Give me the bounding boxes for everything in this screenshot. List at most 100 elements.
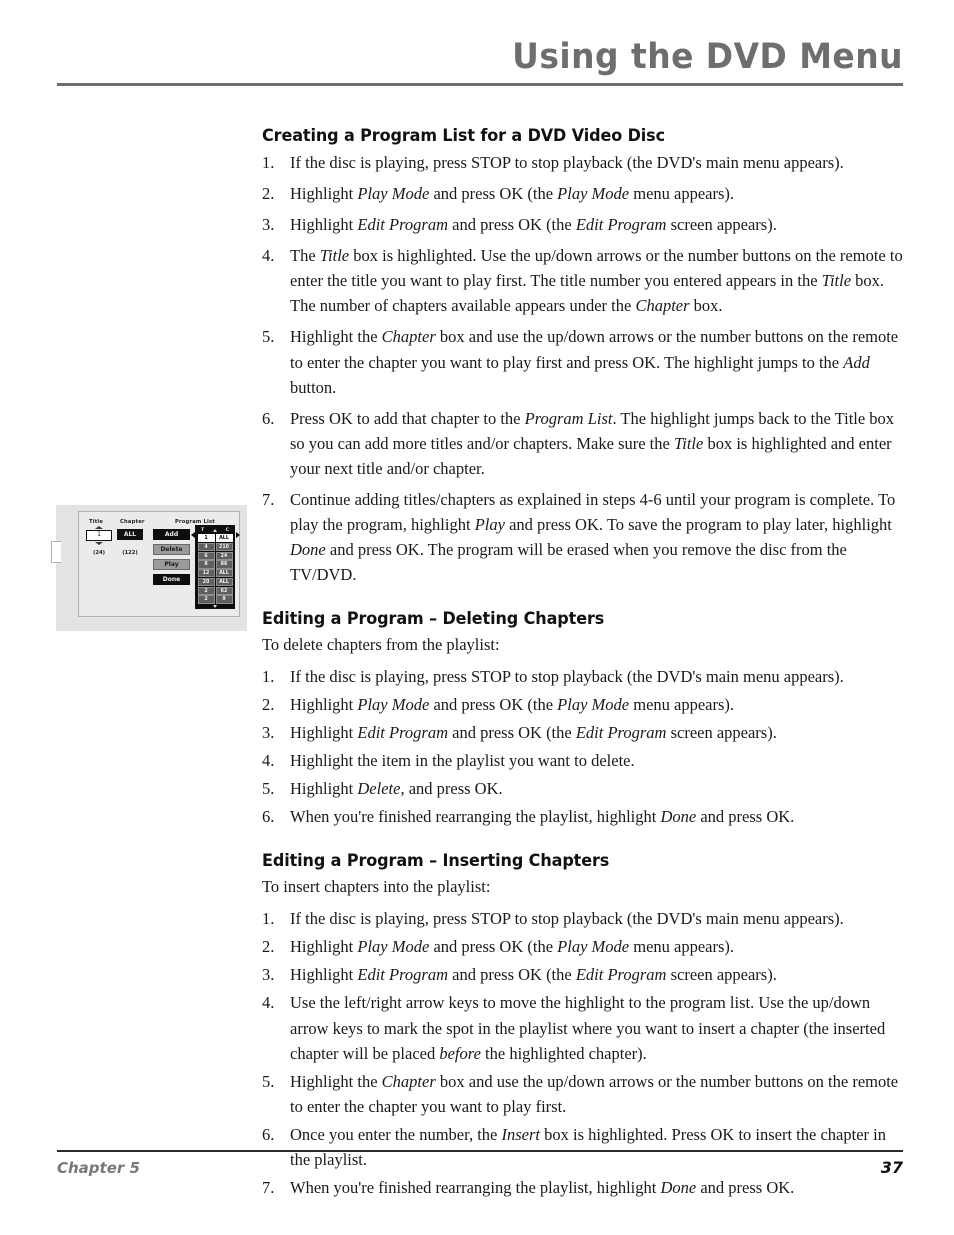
selection-right-arrow-icon (236, 532, 240, 538)
chevron-down-icon (95, 542, 103, 545)
step-item: 6. When you're finished rearranging the p… (262, 804, 905, 829)
step-item: 4. Highlight the item in the playlist you… (262, 748, 905, 773)
step-number: 5. (262, 327, 275, 347)
cell-chapter: ALL (215, 569, 233, 578)
page-title: Using the DVD Menu (512, 37, 903, 77)
step-number: 2. (262, 695, 275, 715)
cell-chapter: 9 (215, 595, 233, 604)
figure-chapter-label: Chapter (120, 519, 145, 525)
step-text: If the disc is playing, press STOP to st… (290, 909, 844, 929)
step-text: The Title box is highlighted. Use the up… (290, 246, 903, 316)
step-text: Continue adding titles/chapters as expla… (290, 489, 896, 585)
program-list-rows: 1 ALL 4 210 6 24 8 86 12 ALL 20 ALL 2 62 2 9 (197, 534, 233, 604)
running-head: Using the DVD Menu (57, 40, 903, 75)
step-item: 7. When you're finished rearranging the p… (262, 1175, 905, 1200)
program-list-header: T C (197, 527, 233, 534)
cell-title: 20 (197, 577, 215, 587)
step-text: Highlight Edit Program and press OK (the… (290, 723, 777, 743)
step-number: 3. (262, 723, 275, 743)
step-item: 1. If the disc is playing, press STOP to … (262, 664, 905, 689)
footer-divider (57, 1150, 903, 1152)
cell-title: 8 (197, 560, 215, 569)
title-stepper: 1 (86, 526, 112, 545)
step-number: 1. (262, 667, 275, 686)
step-number: 3. (262, 965, 275, 985)
scroll-down-icon (213, 605, 217, 609)
step-item: 6. Press OK to add that chapter to the Pr… (262, 406, 905, 481)
step-text: If the disc is playing, press STOP to st… (290, 667, 844, 686)
step-text: Highlight Play Mode and press OK (the Pl… (290, 184, 735, 204)
step-text: Use the left/right arrow keys to move th… (290, 993, 886, 1063)
chevron-up-icon (95, 526, 103, 529)
program-list-footer (197, 604, 233, 609)
step-item: 7. Continue adding titles/chapters as exp… (262, 487, 905, 587)
cell-title: 12 (197, 569, 215, 578)
step-item: 2. Highlight Play Mode and press OK (the … (262, 692, 905, 717)
step-item: 2. Highlight Play Mode and press OK (the … (262, 181, 905, 206)
section-intro: To insert chapters into the playlist: (262, 877, 491, 897)
section-heading: Editing a Program – Inserting Chapters (262, 851, 610, 871)
section-intro: To delete chapters from the playlist: (262, 635, 500, 655)
step-number: 7. (262, 489, 275, 509)
step-text: Highlight Delete, and press OK. (290, 779, 503, 799)
program-list-row: 8 86 (197, 560, 233, 569)
figure-play-button: Play (153, 559, 190, 570)
step-item: 5. Highlight the Chapter box and use the … (262, 1069, 905, 1119)
step-text: Highlight the Chapter box and use the up… (290, 1071, 899, 1116)
dvd-menu-panel: Title Chapter Program List 1 (24) ALL (1… (78, 511, 240, 617)
chapter-value: ALL (117, 529, 143, 540)
cell-title: 1 (197, 534, 215, 543)
step-text: Highlight the Chapter box and use the up… (290, 327, 899, 397)
cell-chapter: 86 (215, 560, 233, 569)
step-item: 3. Highlight Edit Program and press OK (t… (262, 720, 905, 745)
figure-dvd-edit-program: Title Chapter Program List 1 (24) ALL (1… (51, 505, 247, 631)
title-count: (24) (93, 550, 105, 556)
cell-chapter: ALL (215, 577, 233, 587)
column-header-c: C (225, 528, 229, 533)
step-text: Highlight Play Mode and press OK (the Pl… (290, 695, 735, 715)
step-item: 1. If the disc is playing, press STOP to … (262, 906, 905, 931)
step-text: Highlight Edit Program and press OK (the… (290, 215, 777, 235)
step-list: 1. If the disc is playing, press STOP to … (262, 906, 905, 1200)
section-1: Editing a Program – Deleting Chapters To … (262, 609, 905, 829)
program-list-row: 4 210 (197, 542, 233, 551)
step-number: 4. (262, 993, 275, 1013)
section-heading: Editing a Program – Deleting Chapters (262, 609, 605, 629)
program-list-row: 6 24 (197, 551, 233, 560)
manual-page: Using the DVD Menu Creating a Program Li… (0, 0, 954, 1235)
step-text: When you're finished rearranging the pla… (290, 1178, 795, 1197)
page-footer: Chapter 5 37 (57, 1158, 903, 1177)
step-item: 3. Highlight Edit Program and press OK (t… (262, 212, 905, 237)
cell-chapter: 210 (215, 542, 233, 551)
section-0: Creating a Program List for a DVD Video … (262, 126, 905, 587)
step-number: 1. (262, 909, 275, 929)
section-2: Editing a Program – Inserting Chapters To… (262, 851, 905, 1200)
step-list: 1. If the disc is playing, press STOP to … (262, 150, 905, 587)
program-list-row: 1 ALL (197, 534, 233, 543)
body-content: Creating a Program List for a DVD Video … (262, 126, 905, 1203)
step-text: When you're finished rearranging the pla… (290, 807, 795, 827)
step-item: 5. Highlight Delete, and press OK. (262, 776, 905, 801)
step-number: 2. (262, 184, 275, 204)
cell-chapter: 24 (215, 551, 233, 560)
step-text: Highlight Play Mode and press OK (the Pl… (290, 937, 735, 957)
program-list: T C 1 ALL 4 210 6 24 8 86 12 ALL 20 ALL 2 62 2 9 (195, 525, 235, 609)
title-value: 1 (86, 530, 112, 541)
step-number: 6. (262, 408, 275, 428)
cell-title: 6 (197, 551, 215, 560)
step-item: 3. Highlight Edit Program and press OK (t… (262, 962, 905, 987)
step-text: Highlight the item in the playlist you w… (290, 751, 635, 771)
step-number: 5. (262, 1071, 275, 1091)
chapter-count: (122) (122, 550, 138, 556)
step-number: 4. (262, 751, 275, 771)
step-text: If the disc is playing, press STOP to st… (290, 153, 844, 172)
step-number: 7. (262, 1178, 275, 1197)
figure-tab (51, 541, 61, 563)
step-item: 1. If the disc is playing, press STOP to … (262, 150, 905, 175)
figure-done-button: Done (153, 574, 190, 585)
header-divider (57, 83, 903, 86)
step-number: 2. (262, 937, 275, 957)
scroll-up-icon (212, 529, 217, 532)
column-header-t: T (201, 528, 205, 533)
step-item: 4. The Title box is highlighted. Use the … (262, 243, 905, 318)
